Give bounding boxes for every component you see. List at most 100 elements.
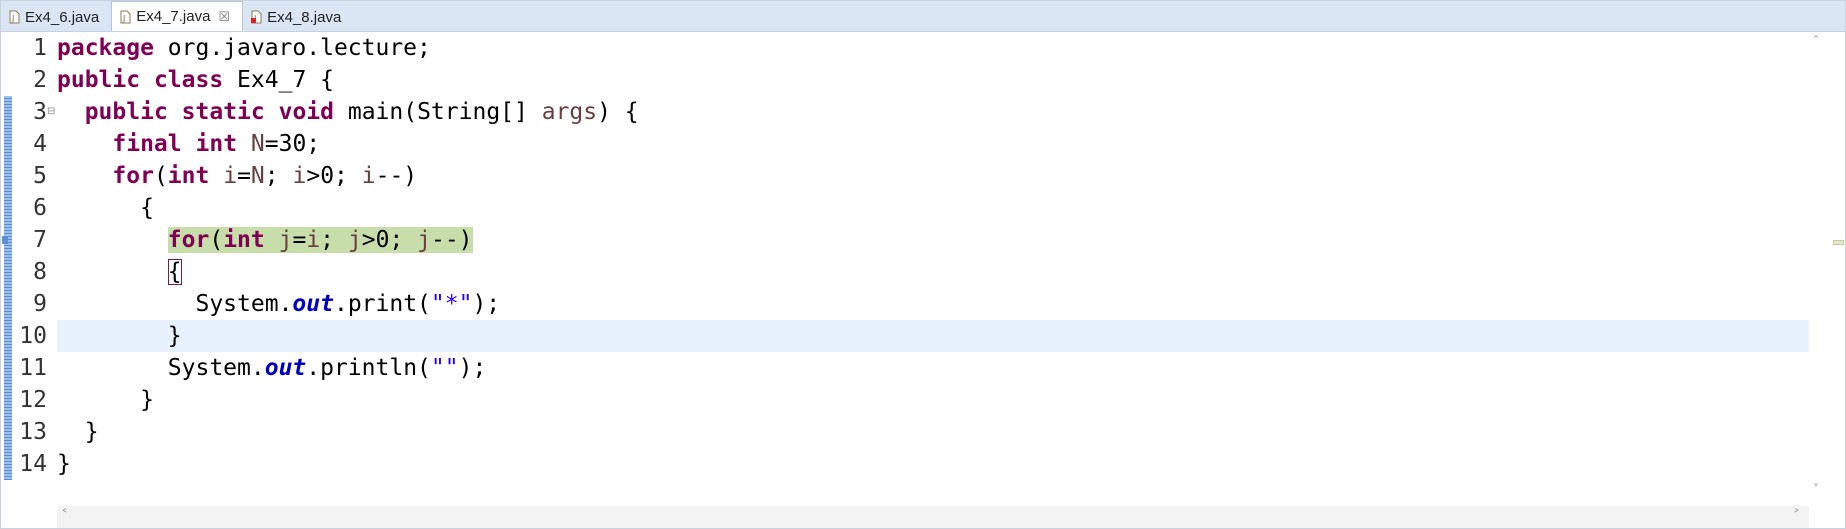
code-text: >0; bbox=[361, 227, 418, 253]
java-file-icon: J bbox=[9, 10, 20, 24]
code-text: ; bbox=[264, 163, 293, 189]
code-line[interactable]: } bbox=[57, 416, 99, 448]
code-text: ; bbox=[320, 227, 348, 253]
string-literal: "*" bbox=[430, 291, 473, 317]
variable-name: j bbox=[347, 227, 362, 253]
keyword: for bbox=[167, 227, 210, 253]
line-number: 11 bbox=[19, 355, 47, 381]
vertical-scrollbar[interactable]: ˄ ˅ bbox=[1809, 32, 1829, 506]
keyword: int bbox=[167, 163, 210, 189]
keyword: void bbox=[278, 99, 334, 125]
svg-text:J: J bbox=[11, 14, 14, 23]
tab-label: Ex4_8.java bbox=[267, 8, 342, 26]
keyword: static bbox=[181, 99, 265, 125]
code-line[interactable]: final int N=30; bbox=[57, 128, 320, 160]
code-text: ); bbox=[458, 355, 487, 381]
code-editor[interactable]: 1 2 3 ⊟ 4 5 6 7 8 9 10 11 12 13 14 packa… bbox=[1, 32, 1809, 506]
line-number: 7 bbox=[33, 227, 47, 253]
tab-ex4-7[interactable]: J Ex4_7.java ☒ bbox=[111, 1, 244, 31]
scroll-right-arrow-icon[interactable]: ˃ bbox=[1793, 508, 1800, 524]
code-text: >0; bbox=[306, 163, 362, 189]
code-line[interactable]: public class Ex4_7 { bbox=[57, 64, 334, 96]
tab-ex4-6[interactable]: J Ex4_6.java bbox=[1, 3, 111, 31]
matching-bracket: { bbox=[167, 259, 182, 285]
keyword: public bbox=[57, 67, 141, 93]
horizontal-scrollbar[interactable]: ˂ ˃ bbox=[57, 506, 1809, 528]
line-number-gutter: 1 2 3 ⊟ 4 5 6 7 8 9 10 11 12 13 14 bbox=[13, 32, 57, 506]
code-text: = bbox=[237, 163, 251, 189]
keyword: int bbox=[195, 131, 238, 157]
line-number: 10 bbox=[19, 323, 47, 349]
editor-window: J Ex4_6.java J Ex4_7.java ☒ J Ex4_8.java… bbox=[0, 0, 1846, 529]
java-file-icon: J bbox=[120, 10, 131, 24]
code-line[interactable]: for(int j=i; j>0; j--) bbox=[57, 224, 473, 256]
code-text: --) bbox=[375, 163, 418, 189]
code-text: =30; bbox=[264, 131, 321, 157]
editor-tab-bar: J Ex4_6.java J Ex4_7.java ☒ J Ex4_8.java bbox=[1, 1, 1845, 32]
overview-ruler[interactable] bbox=[1829, 32, 1845, 506]
line-number: 4 bbox=[33, 131, 47, 157]
tab-ex4-8[interactable]: J Ex4_8.java bbox=[243, 3, 353, 31]
code-line[interactable]: { bbox=[57, 192, 154, 224]
code-text: ) { bbox=[597, 99, 639, 125]
variable-name: N bbox=[250, 163, 265, 189]
code-line[interactable]: } bbox=[57, 384, 154, 416]
keyword: public bbox=[84, 99, 168, 125]
java-file-error-icon: J bbox=[251, 10, 262, 24]
line-number: 2 bbox=[33, 67, 47, 93]
code-text: .print( bbox=[333, 291, 431, 317]
code-line[interactable]: System.out.print("*"); bbox=[57, 288, 500, 320]
code-line[interactable]: package org.javaro.lecture; bbox=[57, 32, 431, 64]
variable-name: i bbox=[292, 163, 307, 189]
line-number: 8 bbox=[33, 259, 47, 285]
variable-name: i bbox=[223, 163, 238, 189]
code-text: ( bbox=[153, 163, 168, 189]
scrollbar-corner bbox=[1, 506, 57, 528]
keyword: class bbox=[153, 67, 224, 93]
scroll-left-arrow-icon[interactable]: ˂ bbox=[61, 508, 68, 524]
instruction-pointer-highlight: for(int j=i; j>0; j--) bbox=[167, 227, 473, 253]
code-line[interactable]: { bbox=[57, 256, 182, 288]
static-field: out bbox=[264, 355, 307, 381]
line-number: 3 bbox=[33, 99, 47, 125]
code-text: --) bbox=[430, 227, 473, 253]
line-number: 9 bbox=[33, 291, 47, 317]
code-line[interactable]: } bbox=[57, 320, 182, 352]
scroll-up-arrow-icon[interactable]: ˄ bbox=[1813, 34, 1819, 48]
breakpoint-arrow-marker bbox=[2, 236, 8, 244]
parameter-name: args bbox=[541, 99, 598, 125]
code-text: Ex4_7 { bbox=[223, 67, 334, 93]
code-line[interactable]: } bbox=[57, 448, 71, 480]
line-number: 14 bbox=[19, 451, 47, 477]
line-number: 13 bbox=[19, 419, 47, 445]
code-text: .println( bbox=[306, 355, 431, 381]
code-line[interactable]: System.out.println(""); bbox=[57, 352, 487, 384]
scroll-down-arrow-icon[interactable]: ˅ bbox=[1813, 482, 1819, 496]
occurrence-marker[interactable] bbox=[1833, 240, 1844, 245]
line-number: 12 bbox=[19, 387, 47, 413]
code-text: org.javaro.lecture; bbox=[153, 35, 431, 61]
line-number: 6 bbox=[33, 195, 47, 221]
fold-icon[interactable]: ⊟ bbox=[47, 96, 55, 128]
svg-text:J: J bbox=[122, 14, 125, 23]
static-field: out bbox=[292, 291, 334, 317]
code-text: = bbox=[292, 227, 307, 253]
change-range-marker bbox=[4, 96, 12, 480]
code-text: System. bbox=[167, 355, 265, 381]
code-text-area[interactable]: package org.javaro.lecture; public class… bbox=[57, 32, 1809, 506]
code-line[interactable]: for(int i=N; i>0; i--) bbox=[57, 160, 417, 192]
code-text: ( bbox=[209, 227, 224, 253]
variable-name: j bbox=[417, 227, 431, 253]
variable-name: i bbox=[306, 227, 321, 253]
code-line[interactable]: public static void main(String[] args) { bbox=[57, 96, 639, 128]
close-icon[interactable]: ☒ bbox=[218, 10, 230, 23]
keyword: final bbox=[112, 131, 182, 157]
code-text: System. bbox=[195, 291, 293, 317]
